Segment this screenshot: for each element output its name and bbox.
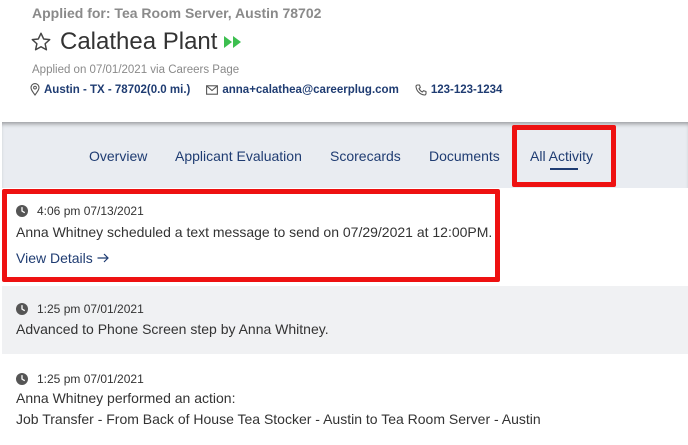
activity-time-text: 1:25 pm 07/01/2021 <box>37 372 144 386</box>
fast-forward-icon <box>224 36 242 48</box>
activity-time-text: 1:25 pm 07/01/2021 <box>37 302 144 316</box>
activity-description: Advanced to Phone Screen step by Anna Wh… <box>16 321 329 337</box>
location-link[interactable]: Austin - TX - 78702(0.0 mi.) <box>44 84 190 96</box>
phone-link[interactable]: 123-123-1234 <box>431 84 503 96</box>
activity-timestamp: 1:25 pm 07/01/2021 <box>16 302 144 316</box>
title-row: Calathea Plant <box>30 27 243 57</box>
contact-row: Austin - TX - 78702(0.0 mi.) anna+calath… <box>30 83 518 96</box>
tab-bar: Overview Applicant Evaluation Scorecards… <box>2 122 688 188</box>
all-activity-highlight-box <box>512 125 616 187</box>
activity-timestamp: 1:25 pm 07/01/2021 <box>16 372 144 386</box>
candidate-name: Calathea Plant <box>60 28 218 55</box>
location-item[interactable]: Austin - TX - 78702(0.0 mi.) <box>30 83 190 96</box>
activity-highlight-box <box>2 189 500 282</box>
phone-item[interactable]: 123-123-1234 <box>415 83 503 96</box>
activity-item: 1:25 pm 07/01/2021 Advanced to Phone Scr… <box>2 286 688 354</box>
map-pin-icon <box>30 83 40 96</box>
tab-scorecards[interactable]: Scorecards <box>330 148 401 164</box>
star-outline-icon[interactable] <box>30 31 52 53</box>
envelope-icon <box>206 84 219 95</box>
email-item[interactable]: anna+calathea@careerplug.com <box>206 84 399 96</box>
applied-on-text: Applied on 07/01/2021 via Careers Page <box>32 64 240 76</box>
clock-icon <box>16 303 28 315</box>
applicant-header: Applied for: Tea Room Server, Austin 787… <box>0 0 688 122</box>
phone-icon <box>415 83 427 96</box>
tab-documents[interactable]: Documents <box>429 148 500 164</box>
activity-description: Anna Whitney performed an action: <box>16 390 236 406</box>
applied-for-text: Applied for: Tea Room Server, Austin 787… <box>32 5 322 21</box>
activity-item: 1:25 pm 07/01/2021 Anna Whitney performe… <box>2 354 688 445</box>
tab-overview[interactable]: Overview <box>89 148 147 164</box>
email-link[interactable]: anna+calathea@careerplug.com <box>222 84 398 96</box>
clock-icon <box>16 373 28 385</box>
tab-applicant-evaluation[interactable]: Applicant Evaluation <box>175 148 302 164</box>
activity-description-detail: Job Transfer - From Back of House Tea St… <box>16 411 541 427</box>
